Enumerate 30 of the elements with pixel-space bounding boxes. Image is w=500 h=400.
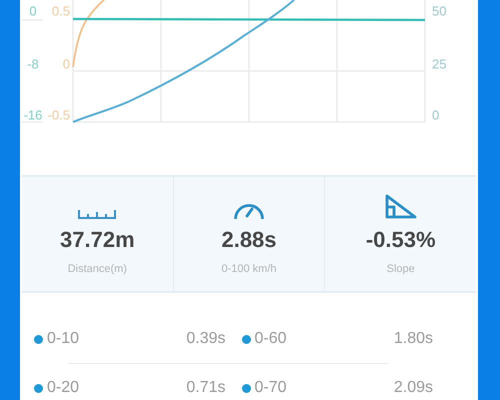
split-time: 0.39s: [186, 330, 226, 348]
axis-tick-label: -16: [24, 107, 42, 122]
stat-value: -0.53%: [366, 227, 436, 253]
axis-tick-label: 50: [432, 3, 446, 18]
axis-tick-label: 0: [432, 107, 440, 122]
speed-range: 0-20: [47, 379, 80, 397]
axis-tick-label: -8: [27, 56, 39, 72]
split-time: 1.80s: [394, 330, 433, 348]
speed-range: 0-10: [47, 330, 80, 348]
speed-range: 0-60: [254, 330, 287, 348]
stat-value: 2.88s: [221, 227, 277, 253]
stat-label: 0-100 km/h: [221, 263, 277, 275]
stat-value: 37.72m: [60, 227, 135, 253]
stat-label: Distance(m): [68, 263, 127, 275]
axis-tick-label: 0: [62, 56, 70, 72]
bullet-dot: [34, 334, 43, 344]
bullet-dot: [242, 384, 250, 392]
axis-tick-label: -0.5: [48, 107, 70, 122]
split-time: 0.71s: [186, 379, 226, 397]
ruler-icon: [78, 209, 116, 219]
gauge-icon: [234, 203, 264, 219]
slope-icon: [384, 194, 417, 219]
bullet-dot: [242, 334, 250, 344]
stat-label: Slope: [386, 263, 415, 275]
axis-tick-label: 0: [29, 3, 37, 18]
split-time: 2.09s: [394, 379, 433, 397]
bullet-dot: [34, 384, 43, 392]
speed-range: 0-70: [254, 379, 287, 397]
axis-tick-label: 0.5: [52, 3, 70, 18]
axis-tick-label: 25: [432, 56, 446, 72]
